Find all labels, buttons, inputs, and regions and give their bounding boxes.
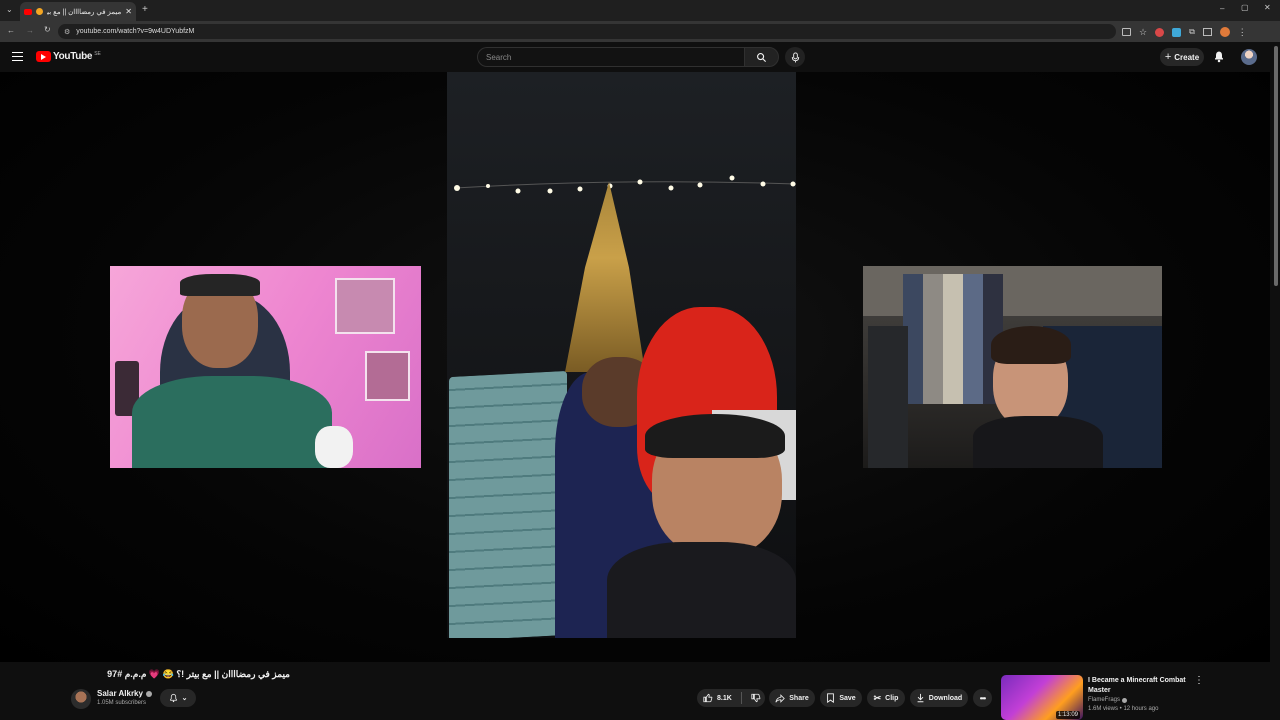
recommended-channel-name: FlameFrags	[1088, 697, 1121, 703]
like-count: 8.1K	[717, 694, 732, 702]
extensions-puzzle-icon[interactable]: ⧉	[1189, 27, 1195, 37]
minimize-icon[interactable]: –	[1220, 5, 1224, 13]
save-label: Save	[839, 694, 856, 702]
sidebar-icon[interactable]	[1202, 28, 1212, 36]
save-button[interactable]: Save	[820, 689, 862, 707]
channel-name: Salar Alkrky	[97, 689, 143, 698]
like-dislike-segment: 8.1K	[697, 689, 765, 707]
recommended-channel-link[interactable]: FlameFrags	[1088, 697, 1128, 703]
share-icon	[775, 693, 786, 703]
bookmark-star-icon[interactable]: ☆	[1139, 27, 1147, 38]
browser-tab[interactable]: ميمز في رمضاااان || مع بيتر !؟ ✕	[20, 2, 136, 21]
extensions-area: ☆ ⧉ ⋮	[1122, 26, 1268, 38]
scrollbar-thumb[interactable]	[1274, 46, 1278, 286]
save-playlist-icon	[827, 693, 835, 703]
guide-menu-icon[interactable]	[12, 52, 23, 61]
back-icon[interactable]: ←	[7, 27, 15, 35]
download-icon	[917, 693, 924, 703]
maximize-icon[interactable]: ▢	[1241, 4, 1249, 12]
tab-title: ميمز في رمضاااان || مع بيتر !؟	[47, 8, 122, 16]
bell-icon	[1215, 51, 1223, 63]
channel-avatar[interactable]	[71, 689, 91, 709]
string-lights	[454, 175, 796, 194]
subscriber-count: 1.05M subscribers	[97, 700, 147, 706]
youtube-favicon-icon	[24, 8, 32, 15]
like-button[interactable]: 8.1K	[703, 693, 732, 703]
video-title: ميمز في رمضاااان || مع بيتر !؟ 😂 💗 م.م.م…	[107, 669, 290, 679]
more-horizontal-icon: •••	[979, 693, 986, 703]
share-button[interactable]: Share	[769, 689, 815, 707]
video-player[interactable]	[0, 72, 1270, 662]
tiled-panel	[449, 370, 567, 638]
download-button[interactable]: Download	[910, 689, 968, 707]
share-label: Share	[789, 694, 809, 702]
download-label: Download	[928, 694, 963, 702]
search-input[interactable]: Search	[477, 47, 744, 67]
video-frame-right-webcam	[863, 266, 1162, 468]
recommended-video-meta: 1.6M views • 12 hours ago	[1088, 706, 1159, 712]
video-frame-center-clip	[447, 72, 796, 638]
recommended-video-title[interactable]: I Became a Minecraft Combat Master	[1088, 676, 1188, 696]
more-menu-icon[interactable]: ⋮	[1238, 27, 1247, 38]
site-info-icon[interactable]: ⚙	[64, 28, 70, 36]
recommended-video-thumbnail[interactable]: 1:13:09	[1001, 675, 1083, 720]
channel-name-link[interactable]: Salar Alkrky	[97, 689, 152, 698]
more-actions-button[interactable]: •••	[973, 689, 992, 707]
recommendation-menu-icon[interactable]: ⋮	[1194, 675, 1204, 686]
search-icon	[757, 52, 767, 62]
url-text: youtube.com/watch?v=9w4UDYubfzM	[76, 28, 195, 35]
scissors-icon: ✂	[873, 692, 882, 703]
audio-playing-icon[interactable]	[36, 8, 43, 15]
thumbs-up-icon	[703, 693, 713, 703]
youtube-logo-text: YouTube	[53, 51, 93, 62]
voice-search-button[interactable]	[785, 47, 805, 67]
create-label: Create	[1174, 52, 1200, 62]
dislike-button[interactable]	[751, 693, 761, 703]
clip-label: Clip	[885, 694, 899, 702]
bell-icon	[169, 693, 177, 703]
tab-search-icon[interactable]: ⌄	[6, 6, 13, 14]
account-avatar[interactable]	[1241, 49, 1257, 65]
notifications-button[interactable]	[1213, 50, 1225, 63]
profile-avatar-icon[interactable]	[1219, 27, 1230, 37]
verified-badge-icon	[145, 690, 152, 697]
tab-close-icon[interactable]: ✕	[125, 7, 132, 16]
extension-icon[interactable]	[1155, 27, 1165, 37]
close-window-icon[interactable]: ✕	[1264, 4, 1271, 12]
subscription-button[interactable]: ⌄	[160, 689, 196, 707]
reload-icon[interactable]: ↻	[44, 26, 51, 34]
search-button[interactable]	[744, 47, 779, 67]
chevron-down-icon: ⌄	[181, 695, 188, 702]
verified-badge-icon	[1122, 697, 1128, 703]
install-app-icon[interactable]	[1122, 28, 1131, 36]
browser-tab-strip: ⌄ ميمز في رمضاااان || مع بيتر !؟ ✕ + – ▢…	[0, 0, 1280, 21]
youtube-logo[interactable]: YouTube SE	[36, 51, 101, 62]
video-duration-badge: 1:13:09	[1055, 711, 1080, 719]
address-bar[interactable]: ⚙ youtube.com/watch?v=9w4UDYubfzM	[58, 24, 1116, 39]
youtube-play-logo-icon	[36, 51, 51, 62]
search-placeholder: Search	[486, 52, 512, 62]
clip-button[interactable]: ✂ Clip	[867, 689, 905, 707]
forward-icon[interactable]: →	[26, 27, 34, 35]
plus-icon: +	[1164, 51, 1172, 63]
region-code: SE	[94, 51, 101, 57]
video-frame-left-webcam	[110, 266, 421, 468]
new-tab-icon[interactable]: +	[142, 5, 148, 15]
microphone-icon	[791, 51, 799, 63]
palm-tree-decor	[565, 182, 645, 372]
extension-icon[interactable]	[1172, 27, 1182, 37]
create-button[interactable]: + Create	[1160, 48, 1204, 66]
